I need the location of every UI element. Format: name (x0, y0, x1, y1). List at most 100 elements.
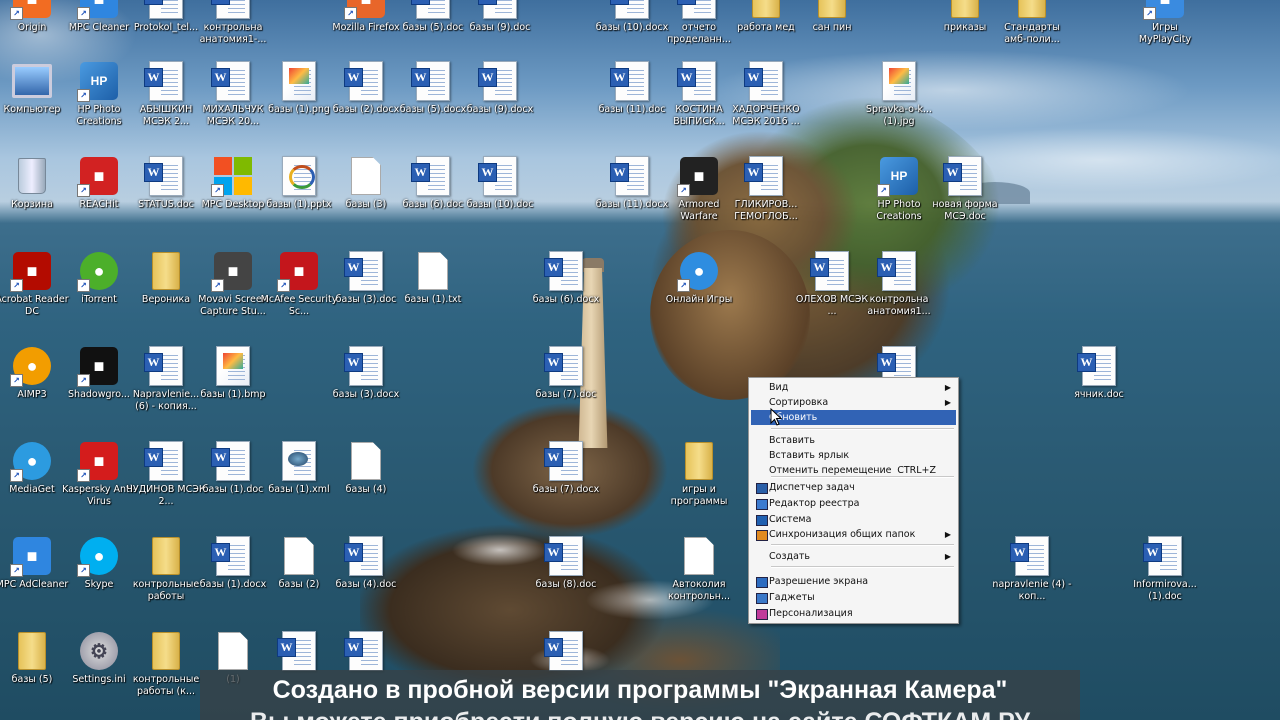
desktop-icon-label: игры и программы (670, 484, 728, 507)
desktop-icon[interactable]: Wбазы (3).docx (326, 345, 406, 401)
desktop-icon-label: контрольна анатомия1... (867, 294, 931, 317)
shortcut-arrow-icon: ↗ (10, 564, 23, 577)
shortcut-arrow-icon: ↗ (344, 7, 357, 20)
desktop-icon-label: базы (7).doc (535, 389, 597, 400)
word-document-icon: W (411, 0, 453, 20)
blank-file-icon (279, 535, 319, 577)
desktop-icon-label: ГЛИКИРОВ... ГЕМОГЛОБ... (734, 199, 798, 222)
menu-item[interactable]: Персонализация (751, 606, 956, 621)
word-document-icon: W (211, 60, 253, 102)
desktop-icon[interactable]: Wновая форма МСЭ.doc (925, 155, 1005, 222)
desktop-icon[interactable]: W Informirova... (1).doc (1125, 535, 1205, 602)
desktop-icon[interactable]: W (526, 630, 606, 674)
desktop-icon[interactable]: Wбазы (8).doc (526, 535, 606, 591)
desktop-icon[interactable]: ■↗Игры MyPlayCity (1125, 0, 1205, 45)
desktop-icon[interactable]: базы (1).txt (393, 250, 473, 306)
desktop-icon[interactable]: игры и программы (659, 440, 739, 507)
shortcut-arrow-icon: ↗ (10, 7, 23, 20)
shortcut-arrow-icon: ↗ (77, 89, 90, 102)
desktop-icon[interactable]: базы (1).bmp (193, 345, 273, 401)
word-document-icon: W (211, 0, 253, 20)
word-document-icon: W (144, 0, 186, 20)
blank-file-icon (413, 250, 453, 292)
menu-item[interactable]: Вставить ярлык (751, 448, 956, 463)
menu-item[interactable]: Вставить (751, 433, 956, 448)
menu-item-label: Отменить перемещение (769, 465, 892, 476)
image-file-icon (213, 345, 253, 387)
display-icon (756, 577, 768, 588)
desktop-icon[interactable]: Wбазы (4).doc (326, 535, 406, 591)
menu-item[interactable]: Гаджеты (751, 590, 956, 605)
system-icon (756, 515, 768, 526)
word-document-icon: W (478, 155, 520, 197)
app-icon: ● ↗ (10, 345, 52, 387)
gear-icon: ⚙ (79, 630, 119, 672)
app-icon: ■↗ (677, 155, 719, 197)
folder-icon (746, 0, 786, 20)
word-document-icon: W (810, 250, 852, 292)
desktop-icon-label: базы (10).doc (466, 199, 534, 210)
word-document-icon: W (544, 250, 586, 292)
menu-item[interactable]: Редактор реестра (751, 496, 956, 511)
desktop-icon[interactable]: Wконтрольна анатомия1-... (193, 0, 273, 45)
word-document-icon: W (677, 60, 719, 102)
desktop-icon[interactable]: Wбазы (10).doc (460, 155, 540, 211)
desktop-icon[interactable]: Wnapravlenie (4) - коп... (992, 535, 1072, 602)
shortcut-arrow-icon: ↗ (77, 374, 90, 387)
desktop-icon[interactable]: сан пин (792, 0, 872, 34)
menu-item[interactable]: Диспетчер задач (751, 480, 956, 495)
menu-separator (771, 566, 954, 568)
word-document-icon: W (610, 155, 652, 197)
word-document-icon: W (344, 630, 386, 672)
menu-item-label: Синхронизация общих папок (769, 529, 916, 540)
app-icon: ● ↗ (10, 440, 52, 482)
desktop-icon[interactable]: Spravka-o-k... (1).jpg (859, 60, 939, 127)
app-icon: ■↗ (10, 535, 52, 577)
image-file-icon (279, 60, 319, 102)
image-file-icon (879, 60, 919, 102)
desktop-icon[interactable]: Wбазы (9).docx (460, 60, 540, 116)
desktop-icon[interactable]: W ГЛИКИРОВ... ГЕМОГЛОБ... (726, 155, 806, 222)
desktop-icon[interactable]: Wбазы (7).docx (526, 440, 606, 496)
desktop-icon-label: базы (7).docx (532, 484, 600, 495)
desktop-icon-label: Автоколия контрольн... (667, 579, 731, 602)
word-document-icon: W (277, 630, 319, 672)
menu-item[interactable]: Создать ▶ (751, 549, 956, 564)
desktop-icon-label: Стандарты амб-поли... (1004, 22, 1060, 45)
word-document-icon: W (478, 0, 520, 20)
desktop-icon[interactable]: Wячник.doc (1059, 345, 1139, 401)
word-document-icon: W (144, 440, 186, 482)
menu-item[interactable]: Вид ▶ (751, 380, 956, 395)
menu-item[interactable]: Система (751, 512, 956, 527)
shortcut-arrow-icon: ↗ (77, 469, 90, 482)
shortcut-arrow-icon: ↗ (10, 279, 23, 292)
menu-item[interactable]: Разрешение экрана (751, 574, 956, 589)
desktop[interactable]: ■↗Origin■↗MPC CleanerWProtokol_tel...Wко… (0, 0, 1280, 720)
desktop-icon-label: новая форма МСЭ.doc (932, 199, 998, 222)
desktop-icon-label: базы (9).docx (466, 104, 534, 115)
word-document-icon: W (1143, 535, 1185, 577)
desktop-icon-label: базы (1).txt (404, 294, 462, 305)
menu-item[interactable]: Синхронизация общих папок ▶ (751, 527, 956, 542)
desktop-icon[interactable]: Wбазы (6).docx (526, 250, 606, 306)
word-document-icon: W (144, 60, 186, 102)
menu-item-label: Гаджеты (769, 592, 815, 603)
desktop-icon[interactable]: базы (4) (326, 440, 406, 496)
desktop-icon[interactable]: Автоколия контрольн... (659, 535, 739, 602)
desktop-icon[interactable]: Wбазы (9).doc (460, 0, 540, 34)
desktop-icon[interactable]: W (326, 630, 406, 674)
desktop-icon[interactable]: ● ↗ Онлайн Игры (659, 250, 739, 306)
desktop-icon[interactable]: Wбазы (7).doc (526, 345, 606, 401)
desktop-icon[interactable]: W ХАДОРЧЕНКО МСЭК 2016 ... (726, 60, 806, 127)
word-document-icon: W (610, 60, 652, 102)
menu-separator (771, 428, 954, 430)
desktop-icon-label: сан пин (812, 22, 852, 33)
blank-file-icon (346, 440, 386, 482)
shortcut-arrow-icon: ↗ (77, 184, 90, 197)
folder-icon (679, 440, 719, 482)
desktop-icon[interactable]: Стандарты амб-поли... (992, 0, 1072, 45)
app-icon: ● ↗ (77, 250, 119, 292)
personalize-icon (756, 609, 768, 620)
app-icon: ■↗ (77, 0, 119, 20)
desktop-icon[interactable]: Wконтрольна анатомия1... (859, 250, 939, 317)
